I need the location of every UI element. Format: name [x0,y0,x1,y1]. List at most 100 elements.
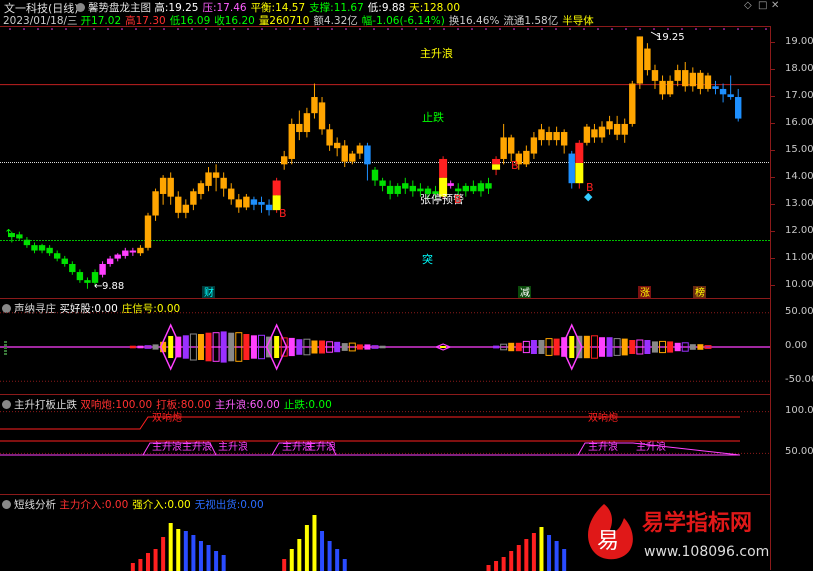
watermark-url: www.108096.com [644,544,769,560]
short-bar [153,549,158,571]
sonar-chart [0,312,770,382]
candle-body [288,123,295,159]
y-tick-mark [771,176,775,178]
candle-body [666,80,674,95]
sonar-bar [288,337,295,357]
y-tick-label: -50.00 [785,374,813,386]
candle-body [356,145,364,154]
candle-body [205,172,212,186]
sonar-bar [667,341,674,353]
gear-icon[interactable] [76,3,85,12]
sonar-bar [137,345,144,349]
candle-body [735,97,742,119]
restore-icon[interactable]: ◇ [744,0,752,11]
top-dot [471,28,473,30]
candle-body [272,180,281,196]
top-dot [163,28,165,30]
candle-body [621,123,628,135]
top-dot [583,28,585,30]
candle-body [175,196,182,213]
sonar-bar [515,342,522,352]
candle-body [591,129,598,138]
candle-body [318,102,326,130]
candle-body [99,263,106,275]
y-tick-label: 11.00 [785,251,813,263]
candle-body [61,258,68,264]
maximize-icon[interactable]: □ [758,0,767,11]
breakout-label: 突 [422,252,433,266]
candle-body [137,247,144,254]
top-dot [457,28,459,30]
candle-body [379,180,386,186]
candle-body [167,177,174,197]
sonar-bar [493,345,500,349]
watermark: 易 易学指标网 www.108096.com [580,500,780,566]
top-dot [9,28,11,30]
side-mark [4,350,7,352]
low-label: 9.88 [102,281,124,292]
top-dot [149,28,151,30]
candle-body [727,94,734,98]
top-dot [331,28,333,30]
candle-body [629,83,636,124]
top-dot [387,28,389,30]
top-dot [499,28,501,30]
sonar-bar [629,340,636,354]
candle-body [144,215,152,248]
sonar-bar [341,343,348,351]
top-dot [93,28,95,30]
top-dot [443,28,445,30]
y-tick-label: 17.00 [785,90,813,102]
side-mark [4,344,7,346]
candlestick-chart[interactable]: 主升浪止跌张停预警突BBBB↑◆19.25← 9.88财减涨榜 [0,27,770,299]
candle-body [674,70,681,81]
top-dot [667,28,669,30]
sonar-core [569,336,575,358]
close-icon[interactable]: ✕ [771,0,779,11]
candle-body [545,132,553,141]
candle-body [538,129,545,141]
candle-body [636,36,644,84]
candle-body [326,129,333,146]
main-wave-label: 主升浪 [306,440,336,453]
sonar-panel[interactable]: 声纳寻庄 买好股:0.00 庄信号:0.00 [0,298,770,395]
diamond-marker: ◆ [584,190,593,203]
sonar-bar [599,337,606,357]
candle-body [462,185,470,192]
y-tick-label: 12.00 [785,224,813,236]
y-tick-label: 18.00 [785,63,813,75]
sonar-bar [644,340,651,354]
top-dot [527,28,529,30]
candle-body [84,280,91,283]
sonar-bar [621,338,628,356]
y-tick-mark [771,96,775,98]
top-dot [205,28,207,30]
candle-body [311,97,318,114]
sonar-core [440,346,447,348]
rise-panel[interactable]: 主升打板止跌 双响炮:100.00 打板:80.00 主升浪:60.00 止跌:0.0… [0,394,770,495]
top-dot [79,28,81,30]
side-mark [4,341,7,343]
watermark-brand: 易学指标网 [642,510,752,536]
sonar-bar [129,345,136,349]
candle-body [447,183,454,186]
top-dot [247,28,249,30]
candle-body [159,177,167,194]
y-tick-mark [771,149,775,151]
candle-body [371,169,379,181]
candle-body [220,177,227,189]
top-dot [289,28,291,30]
candle-body [409,185,417,192]
candle-body [129,250,137,253]
top-dot [625,28,627,30]
top-dot [723,28,725,30]
short-bar [509,551,514,571]
short-bar [539,527,544,571]
top-dot [611,28,613,30]
candle-body [228,188,235,200]
top-dot [485,28,487,30]
short-bar [183,531,188,571]
main-chart-panel[interactable]: 主升浪 止跌 张停预警突 B B B B ↑ ◆ 19.25 ← 9.88 财减涨榜 [0,26,770,299]
short-bar [516,545,521,571]
y-tick-label: 50.00 [785,305,813,317]
